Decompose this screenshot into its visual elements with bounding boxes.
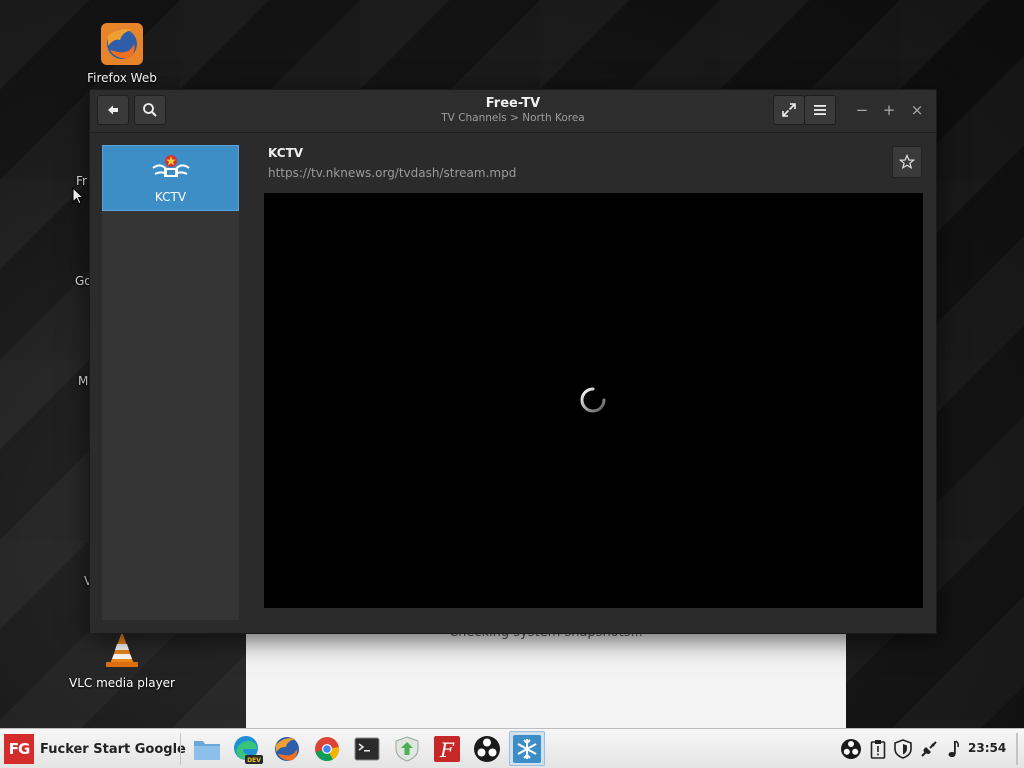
- maximize-button[interactable]: +: [879, 100, 899, 120]
- desktop-icon-vlc[interactable]: VLC media player: [62, 626, 182, 690]
- taskbar-firefox[interactable]: [269, 731, 305, 766]
- tray-obs[interactable]: [840, 738, 862, 760]
- window-subtitle: TV Channels > North Korea: [441, 112, 585, 124]
- font-manager-icon: F: [434, 735, 460, 762]
- desktop-icon-firefox[interactable]: Firefox Web: [62, 22, 182, 85]
- edge-dev-icon: DEV: [234, 735, 263, 764]
- chrome-icon: [315, 736, 340, 761]
- menu-icon: [814, 105, 826, 115]
- network-icon: [921, 741, 937, 757]
- menu-button[interactable]: [804, 95, 836, 125]
- freetv-icon: [513, 734, 541, 763]
- start-button[interactable]: FG Fucker Start Google: [0, 731, 192, 767]
- firefox-icon: [275, 736, 299, 761]
- window-title: Free-TV: [485, 96, 541, 111]
- desktop-icon-label-partial[interactable]: M: [78, 374, 88, 388]
- video-player[interactable]: [264, 193, 923, 608]
- clipboard-icon: [870, 740, 886, 759]
- desktop-icon-label-partial[interactable]: Fr: [76, 174, 87, 188]
- taskbar-obs[interactable]: [469, 731, 505, 766]
- back-icon: [108, 105, 118, 115]
- mouse-cursor-icon: [72, 187, 84, 205]
- taskbar-freetv[interactable]: [509, 731, 545, 766]
- fullscreen-icon: [782, 103, 796, 117]
- taskbar-font-manager[interactable]: F: [429, 731, 465, 766]
- update-manager-icon: [395, 735, 419, 762]
- kctv-logo-icon: [152, 155, 190, 177]
- taskbar-separator: [180, 733, 181, 765]
- star-icon: [899, 154, 915, 170]
- channel-name: KCTV: [268, 146, 304, 160]
- svg-text:DEV: DEV: [247, 757, 261, 764]
- firefox-icon: [101, 23, 143, 65]
- close-button[interactable]: ×: [907, 100, 927, 120]
- taskbar-file-manager[interactable]: [189, 731, 225, 766]
- search-button[interactable]: [134, 95, 166, 125]
- svg-text:F: F: [439, 738, 455, 762]
- app-window: Free-TV TV Channels > North Korea − + ×: [89, 89, 937, 634]
- file-manager-icon: [194, 740, 220, 760]
- tray-clipboard[interactable]: [867, 738, 889, 760]
- tray-network[interactable]: [918, 738, 940, 760]
- obs-tray-icon: [841, 739, 861, 759]
- taskbar-clock[interactable]: 23:54: [968, 741, 1006, 755]
- header-bar[interactable]: Free-TV TV Channels > North Korea − + ×: [90, 90, 936, 133]
- search-icon: [143, 103, 157, 117]
- minimize-button[interactable]: −: [852, 100, 872, 120]
- shield-icon: [894, 739, 912, 759]
- taskbar-terminal[interactable]: [349, 731, 385, 766]
- tray-shield[interactable]: [892, 738, 914, 760]
- channel-sidebar: KCTV: [102, 145, 239, 620]
- taskbar-chrome[interactable]: [309, 731, 345, 766]
- back-button[interactable]: [97, 95, 129, 125]
- terminal-icon: [354, 737, 380, 760]
- desktop-icon-label: Firefox Web: [87, 71, 157, 85]
- obs-icon: [474, 735, 500, 762]
- volume-icon: [948, 740, 960, 758]
- taskbar-edge-dev[interactable]: DEV: [229, 731, 265, 766]
- channel-url: https://tv.nknews.org/tvdash/stream.mpd: [268, 166, 517, 180]
- desktop-icon-label: VLC media player: [68, 676, 175, 690]
- show-desktop-button[interactable]: [1016, 733, 1018, 765]
- start-label: Fucker Start Google: [40, 741, 186, 757]
- taskbar: FG Fucker Start Google DEV F 23:54: [0, 728, 1024, 768]
- tray-volume[interactable]: [942, 738, 964, 760]
- loading-spinner-icon: [580, 387, 606, 413]
- taskbar-update-manager[interactable]: [389, 731, 425, 766]
- fullscreen-button[interactable]: [773, 95, 805, 125]
- sidebar-item-label: KCTV: [154, 190, 187, 204]
- start-logo: FG: [4, 734, 34, 764]
- favorite-button[interactable]: [892, 146, 922, 178]
- sidebar-item-kctv[interactable]: KCTV: [102, 145, 239, 211]
